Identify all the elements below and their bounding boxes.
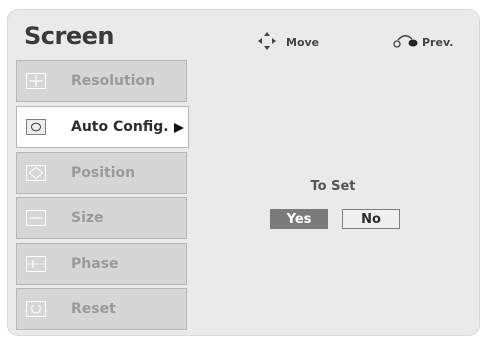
- position-icon: [26, 165, 46, 181]
- dialog-prompt: To Set: [310, 179, 356, 194]
- phase-icon: [26, 256, 46, 272]
- reset-icon: [26, 301, 46, 317]
- auto-config-dialog: To Set Yes No: [188, 60, 478, 330]
- yes-button[interactable]: Yes: [270, 209, 328, 229]
- menu-item-phase[interactable]: Phase: [16, 243, 187, 285]
- page-title: Screen: [24, 22, 115, 50]
- menu-item-position[interactable]: Position: [16, 152, 187, 194]
- menu-item-label: Position: [71, 165, 136, 181]
- no-button[interactable]: No: [342, 209, 400, 229]
- menu-item-auto-config[interactable]: Auto Config.: [16, 106, 189, 148]
- menu-item-label: Phase: [71, 256, 119, 272]
- menu-item-size[interactable]: Size: [16, 197, 187, 239]
- auto-config-icon: [26, 119, 46, 135]
- resolution-icon: [26, 73, 46, 89]
- move-hint-label: Move: [286, 36, 320, 49]
- menu-item-label: Resolution: [71, 73, 156, 89]
- menu-item-label: Reset: [71, 301, 116, 317]
- move-arrows-icon: [258, 32, 276, 50]
- size-icon: [26, 210, 46, 226]
- menu-item-label: Size: [71, 210, 104, 226]
- menu-item-resolution[interactable]: Resolution: [16, 60, 187, 102]
- return-icon: [393, 35, 418, 48]
- menu-item-label: Auto Config.: [71, 119, 169, 135]
- menu-item-reset[interactable]: Reset: [16, 288, 187, 330]
- prev-hint-label: Prev.: [422, 36, 454, 49]
- selected-arrow-icon: [174, 123, 184, 133]
